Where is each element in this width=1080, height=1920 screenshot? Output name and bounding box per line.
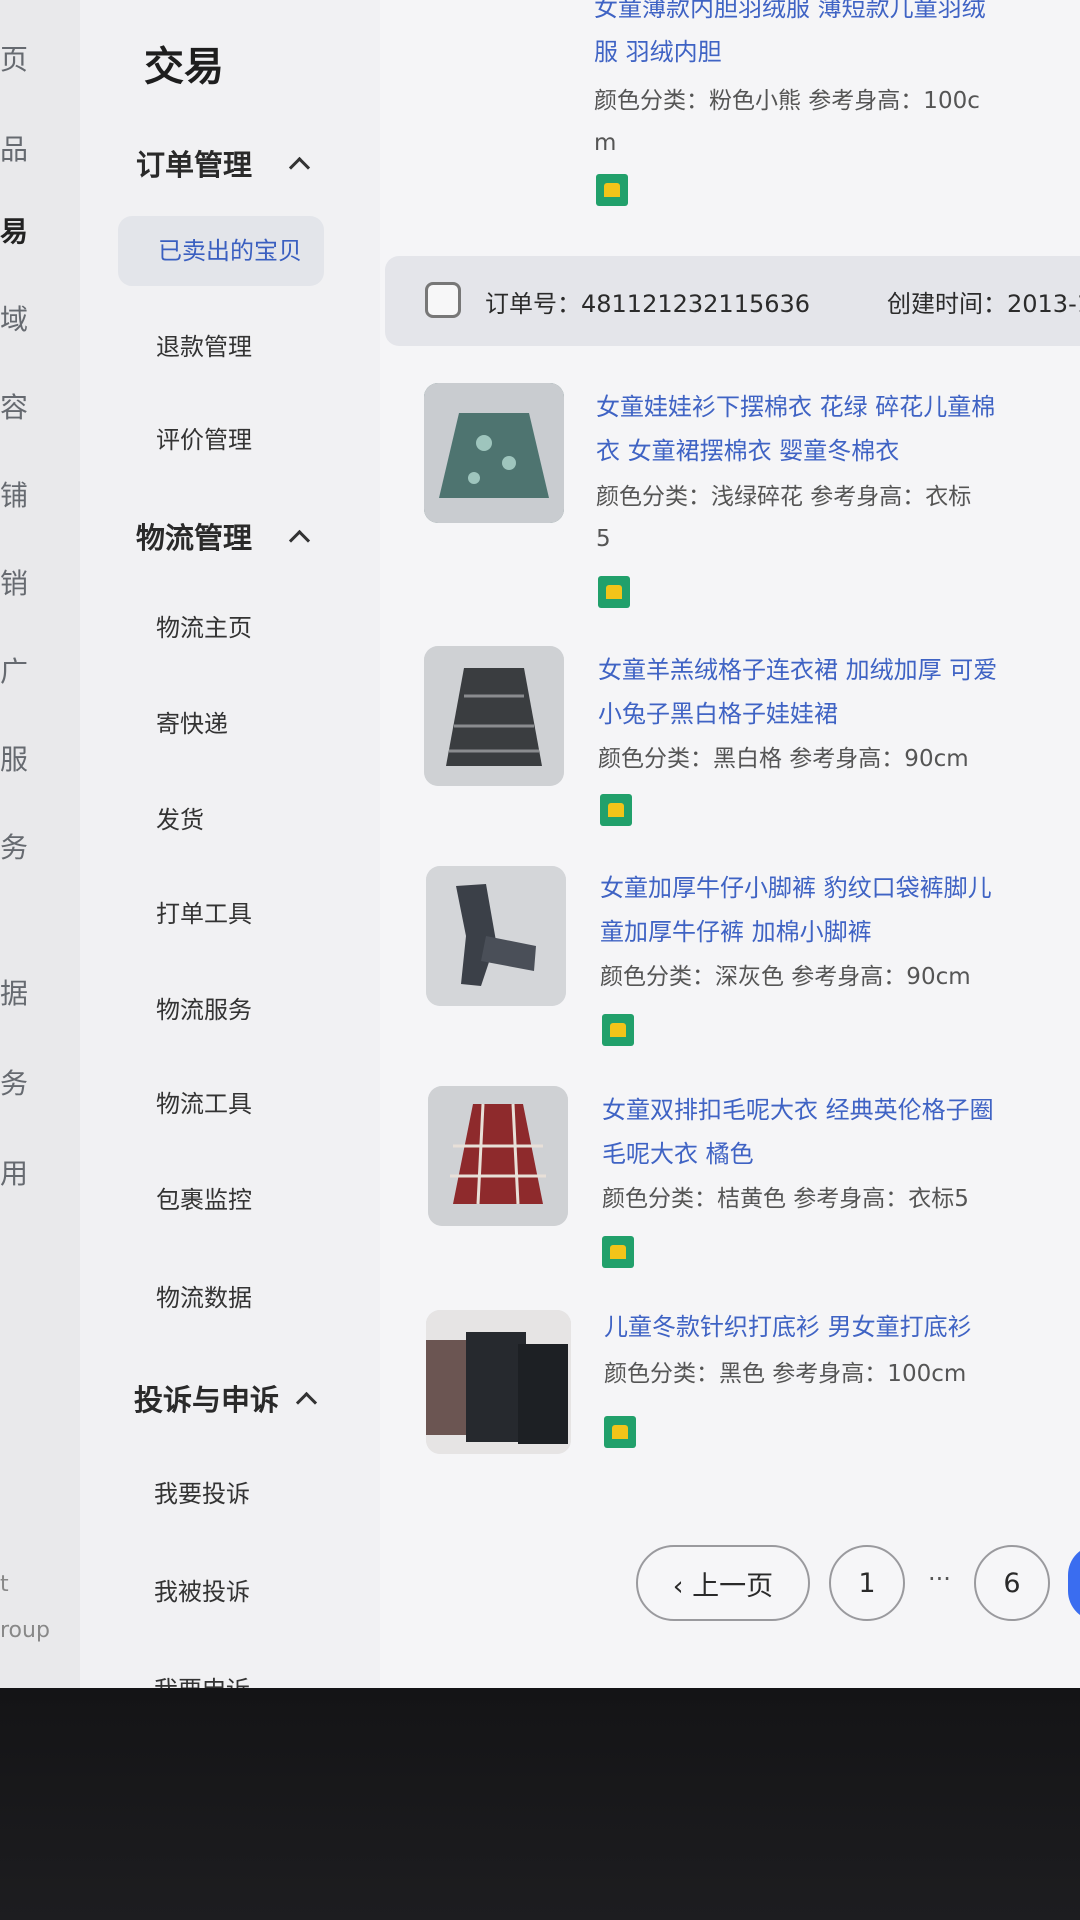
sidebar-item-print[interactable]: 打单工具 [156, 894, 252, 929]
product-thumbnail[interactable] [426, 866, 566, 1006]
screen: 页 品 易 域 容 铺 销 广 服 务 据 务 用 t roup 交易 订单管理… [0, 0, 1080, 1688]
product-thumbnail[interactable] [426, 1310, 571, 1454]
rail-item-goods[interactable]: 品 [0, 128, 40, 168]
product-spec: 颜色分类：粉色小熊 参考身高：100c m [594, 80, 980, 164]
group-label: 投诉与申诉 [134, 1383, 280, 1417]
product-title-line: 儿童冬款针织打底衫 男女童打底衫 [604, 1313, 972, 1341]
device-bezel [0, 1688, 1080, 1920]
product-thumbnail[interactable] [428, 1086, 568, 1226]
sidebar-item-refund[interactable]: 退款管理 [156, 327, 252, 362]
product-title[interactable]: 女童羊羔绒格子连衣裙 加绒加厚 可爱 小兔子黑白格子娃娃裙 [598, 648, 997, 736]
rail-footer-2: roup [0, 1618, 50, 1643]
product-title[interactable]: 女童加厚牛仔小脚裤 豹纹口袋裤脚儿 童加厚牛仔裤 加棉小脚裤 [600, 866, 992, 954]
rail-item-ads[interactable]: 广 [0, 650, 40, 690]
product-title-line: 童加厚牛仔裤 加棉小脚裤 [600, 918, 872, 946]
sidebar-item-sold[interactable]: 已卖出的宝贝 [118, 216, 324, 286]
rail-item-home[interactable]: 页 [0, 38, 40, 78]
order-checkbox[interactable] [425, 282, 461, 318]
guarantee-badge-icon [596, 174, 628, 206]
product-thumbnail[interactable] [424, 383, 564, 523]
page-1-button[interactable]: 1 [829, 1545, 905, 1621]
spec-line: 颜色分类：黑白格 参考身高：90cm [598, 746, 969, 772]
product-title-line: 女童薄款内胆羽绒服 薄短款儿童羽绒 [594, 0, 986, 22]
prev-page-button[interactable]: ‹ 上一页 [636, 1545, 810, 1621]
sidebar-item-ship[interactable]: 发货 [156, 800, 204, 835]
sidebar-item-logistics-tools[interactable]: 物流工具 [156, 1084, 252, 1119]
sidebar-item-complain[interactable]: 我要投诉 [154, 1474, 250, 1509]
product-title-line: 衣 女童裙摆棉衣 婴童冬棉衣 [596, 437, 900, 465]
guarantee-badge-icon [600, 794, 632, 826]
spec-line: 颜色分类：粉色小熊 参考身高：100c [594, 88, 980, 114]
guarantee-badge-icon [598, 576, 630, 608]
product-title-line: 小兔子黑白格子娃娃裙 [598, 700, 838, 728]
sidebar-item-reviews[interactable]: 评价管理 [156, 420, 252, 455]
chevron-up-icon [288, 156, 311, 178]
pagination-ellipsis: ··· [928, 1565, 951, 1593]
sidebar-item-express[interactable]: 寄快递 [156, 704, 228, 739]
sidebar-item-logistics-service[interactable]: 物流服务 [156, 990, 252, 1025]
product-title-line: 女童双排扣毛呢大衣 经典英伦格子圈 [602, 1096, 994, 1124]
product-title-line: 女童娃娃衫下摆棉衣 花绿 碎花儿童棉 [596, 393, 996, 421]
rail-item-domain[interactable]: 域 [0, 298, 40, 338]
page-6-button[interactable]: 6 [974, 1545, 1050, 1621]
product-spec: 颜色分类：浅绿碎花 参考身高：衣标 5 [596, 476, 971, 560]
spec-line: 颜色分类：浅绿碎花 参考身高：衣标 [596, 484, 972, 510]
left-rail: 页 品 易 域 容 铺 销 广 服 务 据 务 用 t roup [0, 0, 80, 1688]
product-title[interactable]: 女童双排扣毛呢大衣 经典英伦格子圈 毛呢大衣 橘色 [602, 1088, 994, 1176]
product-spec: 颜色分类：深灰色 参考身高：90cm [600, 956, 971, 998]
chevron-up-icon [288, 529, 311, 551]
group-label: 订单管理 [136, 148, 253, 182]
rail-item-shop[interactable]: 铺 [0, 474, 40, 514]
rail-item-marketing[interactable]: 销 [0, 562, 40, 602]
group-complaints[interactable]: 投诉与申诉 [134, 1377, 318, 1419]
sidebar-item-complained[interactable]: 我被投诉 [154, 1572, 250, 1607]
sidebar-item-logistics-data[interactable]: 物流数据 [156, 1278, 252, 1313]
guarantee-badge-icon [604, 1416, 636, 1448]
chevron-up-icon [295, 1391, 318, 1413]
product-title-line: 女童加厚牛仔小脚裤 豹纹口袋裤脚儿 [600, 874, 992, 902]
order-header: 订单号：481121232115636 创建时间：2013-1 [385, 256, 1080, 346]
rail-item-content[interactable]: 容 [0, 386, 40, 426]
rail-item-apps[interactable]: 用 [0, 1152, 40, 1192]
guarantee-badge-icon [602, 1014, 634, 1046]
sidebar: 交易 订单管理 已卖出的宝贝 退款管理 评价管理 物流管理 物流主页 寄快递 发… [80, 0, 380, 1688]
product-title-line: 毛呢大衣 橘色 [602, 1140, 754, 1168]
spec-line: 5 [596, 526, 611, 552]
guarantee-badge-icon [602, 1236, 634, 1268]
group-logistics[interactable]: 物流管理 [136, 515, 311, 557]
product-title-line: 女童羊羔绒格子连衣裙 加绒加厚 可爱 [598, 656, 998, 684]
product-spec: 颜色分类：黑色 参考身高：100cm [604, 1353, 966, 1395]
rail-footer-1: t [0, 1572, 9, 1597]
spec-line: 颜色分类：黑色 参考身高：100cm [604, 1361, 967, 1387]
order-number: 订单号：481121232115636 [485, 290, 811, 318]
rail-item-service[interactable]: 服 [0, 738, 40, 778]
spec-line: 颜色分类：桔黄色 参考身高：衣标5 [602, 1186, 969, 1212]
sidebar-item-appeal[interactable]: 我要申诉 [154, 1670, 250, 1688]
product-thumbnail[interactable] [424, 646, 564, 786]
sidebar-item-package-monitor[interactable]: 包裹监控 [156, 1180, 252, 1215]
product-title-line: 服 羽绒内胆 [594, 38, 722, 66]
product-title[interactable]: 女童薄款内胆羽绒服 薄短款儿童羽绒 服 羽绒内胆 [594, 0, 986, 74]
group-label: 物流管理 [136, 521, 253, 555]
spec-line: m [594, 130, 617, 156]
rail-item-service2[interactable]: 务 [0, 1062, 40, 1102]
spec-line: 颜色分类：深灰色 参考身高：90cm [600, 964, 971, 990]
product-spec: 颜色分类：桔黄色 参考身高：衣标5 [602, 1178, 969, 1220]
sidebar-item-logistics-home[interactable]: 物流主页 [156, 608, 252, 643]
order-created-time: 创建时间：2013-1 [887, 290, 1080, 318]
product-title[interactable]: 儿童冬款针织打底衫 男女童打底衫 [604, 1305, 972, 1349]
group-order-management[interactable]: 订单管理 [136, 142, 311, 184]
product-spec: 颜色分类：黑白格 参考身高：90cm [598, 738, 969, 780]
rail-item-data[interactable]: 据 [0, 972, 40, 1012]
rail-item-trade[interactable]: 易 [0, 210, 40, 250]
rail-item-business[interactable]: 务 [0, 826, 40, 866]
product-title[interactable]: 女童娃娃衫下摆棉衣 花绿 碎花儿童棉 衣 女童裙摆棉衣 婴童冬棉衣 [596, 385, 995, 473]
sidebar-title: 交易 [144, 44, 224, 90]
